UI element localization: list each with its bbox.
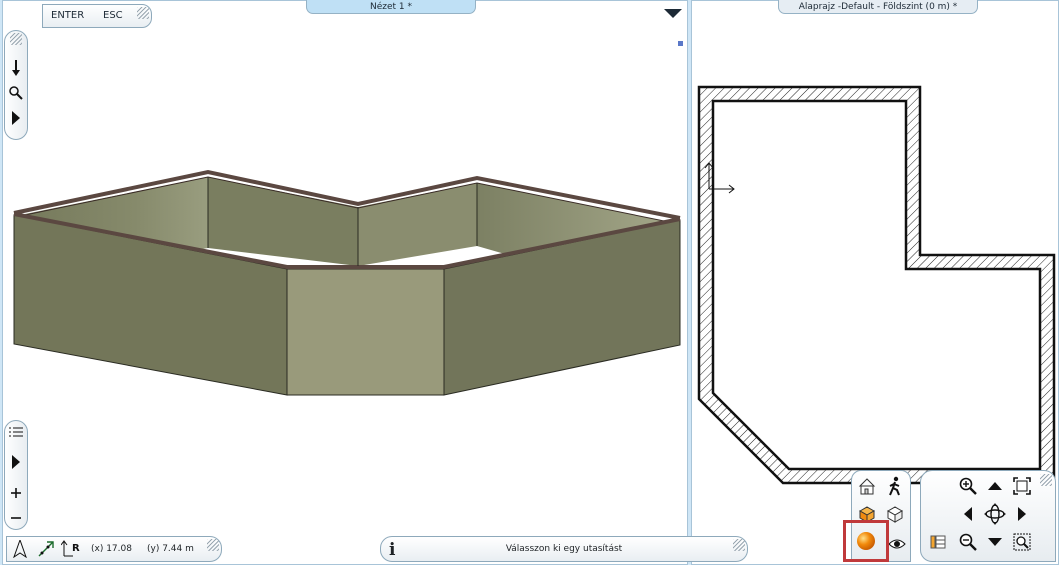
zoom-window-icon[interactable]	[1011, 531, 1033, 553]
pan-up-icon[interactable]	[984, 475, 1006, 497]
view-menu-chevron-icon[interactable]	[662, 6, 684, 20]
view-marker	[678, 41, 683, 46]
house-icon[interactable]	[856, 475, 878, 497]
grip-icon[interactable]	[207, 539, 219, 551]
status-message: Válasszon ki egy utasítást	[505, 544, 623, 554]
zoom-in-icon[interactable]	[957, 475, 979, 497]
snap-icon[interactable]	[37, 540, 55, 558]
pan-left-icon[interactable]	[957, 503, 979, 525]
message-bar: i Válasszon ki egy utasítást	[380, 536, 748, 562]
coordinate-bar: R (x) 17.08 (y) 7.44 m	[6, 536, 222, 562]
eye-icon[interactable]	[886, 533, 908, 555]
left-toolbar-bottom	[4, 420, 28, 530]
tab-floor-plan[interactable]: Alaprajz -Default - Földszint (0 m) *	[778, 0, 978, 14]
x-coordinate: (x) 17.08	[91, 544, 132, 554]
floor-plan-walls	[697, 85, 1056, 485]
step-arrow-icon[interactable]	[7, 59, 25, 77]
tab-view-3d[interactable]: Nézet 1 *	[306, 0, 476, 14]
view-3d-panel[interactable]	[2, 0, 688, 565]
reference-icon[interactable]: R	[61, 540, 83, 558]
y-coordinate: (y) 7.44 m	[147, 544, 194, 554]
minus-icon[interactable]	[7, 509, 25, 527]
grip-icon[interactable]	[10, 33, 22, 45]
north-arrow-icon[interactable]	[11, 540, 29, 558]
plus-icon[interactable]	[7, 484, 25, 502]
pan-down-icon[interactable]	[984, 531, 1006, 553]
command-toolbar: ENTER ESC	[42, 4, 152, 28]
orbit-icon[interactable]	[984, 503, 1006, 525]
grip-icon[interactable]	[1040, 474, 1052, 486]
render-button-highlight	[843, 520, 889, 562]
left-toolbar-top	[4, 30, 28, 140]
fit-icon[interactable]	[1011, 475, 1033, 497]
zoom-icon[interactable]	[7, 84, 25, 102]
walk-icon[interactable]	[884, 475, 906, 497]
play-icon[interactable]	[7, 109, 25, 127]
app-window: Nézet 1 * Alaprajz -Default - Földszint …	[0, 0, 1059, 565]
origin-axis-icon	[704, 162, 735, 194]
play-icon[interactable]	[7, 453, 25, 471]
esc-button[interactable]: ESC	[103, 10, 123, 21]
grip-icon[interactable]	[733, 539, 745, 551]
list-icon[interactable]	[7, 424, 25, 442]
grip-icon[interactable]	[137, 7, 149, 19]
zoom-out-icon[interactable]	[957, 531, 979, 553]
pan-right-icon[interactable]	[1011, 503, 1033, 525]
inner-wall-back-mid	[208, 177, 358, 266]
svg-text:R: R	[72, 543, 80, 554]
wall-front-center	[286, 268, 445, 396]
model-3d-canvas[interactable]	[3, 1, 688, 565]
enter-button[interactable]: ENTER	[51, 10, 84, 21]
layers-icon[interactable]	[927, 531, 949, 553]
navigation-toolbar	[920, 470, 1056, 562]
